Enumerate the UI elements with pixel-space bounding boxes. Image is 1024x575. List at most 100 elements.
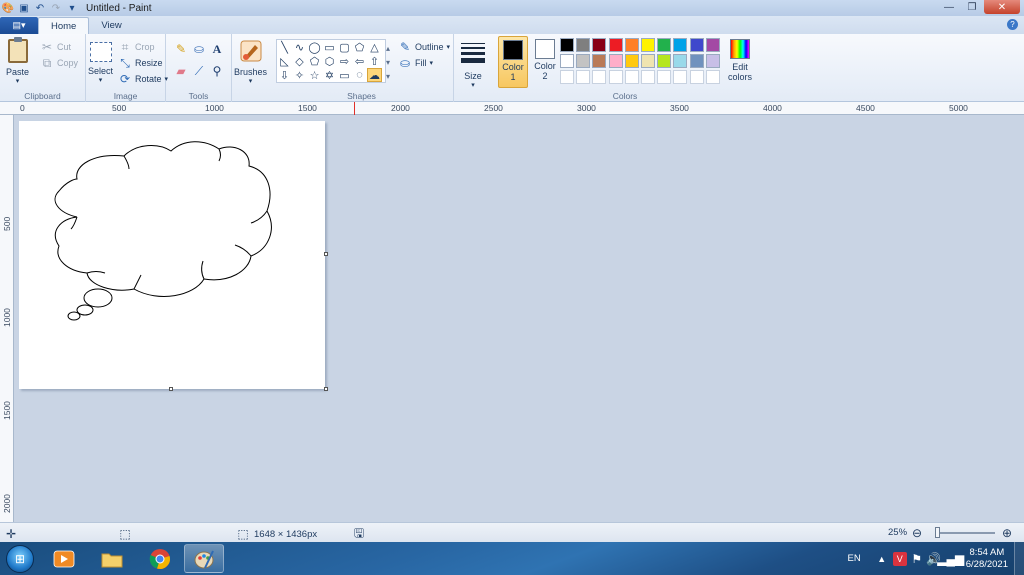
hexagon-shape-icon[interactable]: ⬡: [322, 54, 337, 68]
right-triangle-shape-icon[interactable]: ◺: [277, 54, 292, 68]
palette-color-swatch[interactable]: [592, 38, 607, 52]
palette-color-swatch[interactable]: [705, 54, 720, 68]
clock[interactable]: 8:54 AM 6/28/2021: [966, 547, 1008, 571]
palette-color-swatch[interactable]: [640, 38, 655, 52]
zoom-slider-track[interactable]: [940, 532, 995, 534]
brushes-button[interactable]: Brushes ▾: [234, 36, 267, 85]
redo-icon[interactable]: ↷: [50, 2, 62, 14]
four-point-star-shape-icon[interactable]: ✧: [292, 68, 307, 82]
eraser-icon[interactable]: ▰: [174, 64, 188, 78]
copy-button[interactable]: ⧉ Copy: [40, 56, 78, 70]
outline-button[interactable]: ✎ Outline ▾: [398, 40, 450, 54]
left-arrow-shape-icon[interactable]: ⇦: [352, 54, 367, 68]
cut-button[interactable]: ✂ Cut: [40, 40, 71, 54]
color2-button[interactable]: Color 2: [530, 36, 560, 88]
maximize-button[interactable]: ❐: [961, 0, 983, 14]
paint-menu-button[interactable]: ▤▾: [0, 17, 38, 34]
palette-color-swatch[interactable]: [560, 54, 574, 68]
save-icon[interactable]: ▣: [18, 2, 30, 14]
palette-color-swatch[interactable]: [657, 38, 672, 52]
palette-color-swatch[interactable]: [608, 54, 623, 68]
oval-shape-icon[interactable]: ◯: [307, 40, 322, 54]
palette-color-swatch[interactable]: [592, 54, 607, 68]
zoom-slider-thumb[interactable]: [935, 527, 940, 538]
five-point-star-shape-icon[interactable]: ☆: [307, 68, 322, 82]
chrome-taskbar-button[interactable]: [140, 544, 180, 573]
minimize-button[interactable]: —: [938, 0, 960, 14]
six-point-star-shape-icon[interactable]: ✡: [322, 68, 337, 82]
palette-color-swatch[interactable]: [657, 54, 672, 68]
paint-taskbar-button[interactable]: [184, 544, 224, 573]
palette-color-swatch[interactable]: [640, 54, 655, 68]
action-center-icon[interactable]: ⚑: [910, 552, 924, 566]
curve-shape-icon[interactable]: ∿: [292, 40, 307, 54]
diamond-shape-icon[interactable]: ◇: [292, 54, 307, 68]
palette-color-swatch[interactable]: [608, 38, 623, 52]
palette-color-swatch[interactable]: [576, 70, 591, 84]
select-button[interactable]: Select ▾: [88, 36, 113, 84]
size-button[interactable]: Size ▾: [461, 36, 485, 89]
fill-button[interactable]: ⛀ Fill ▾: [398, 56, 433, 70]
palette-color-swatch[interactable]: [560, 38, 574, 52]
show-desktop-button[interactable]: [1014, 542, 1024, 575]
help-icon[interactable]: ?: [1007, 19, 1018, 30]
up-arrow-shape-icon[interactable]: ⇧: [367, 54, 382, 68]
shapes-scroll[interactable]: ▴ ▾ ▾: [386, 42, 390, 84]
zoom-in-icon[interactable]: ⊕: [1000, 526, 1014, 540]
palette-color-swatch[interactable]: [689, 38, 704, 52]
rectangle-shape-icon[interactable]: ▭: [322, 40, 337, 54]
rounded-callout-shape-icon[interactable]: ▭: [337, 68, 352, 82]
resize-button[interactable]: ⤡ Resize: [118, 56, 162, 70]
palette-color-swatch[interactable]: [673, 70, 688, 84]
palette-color-swatch[interactable]: [689, 54, 704, 68]
edit-colors-button[interactable]: Edit colors: [726, 37, 754, 82]
undo-icon[interactable]: ↶: [34, 2, 46, 14]
palette-color-swatch[interactable]: [624, 38, 639, 52]
palette-color-swatch[interactable]: [576, 38, 591, 52]
language-indicator[interactable]: EN: [848, 553, 861, 564]
paste-button[interactable]: Paste ▾: [6, 36, 29, 85]
color1-button[interactable]: Color 1: [498, 36, 528, 88]
rotate-button[interactable]: ⟳ Rotate ▾: [118, 72, 168, 86]
canvas-resize-handle-right[interactable]: [324, 252, 328, 256]
canvas-resize-handle-corner[interactable]: [324, 387, 328, 391]
palette-color-swatch[interactable]: [657, 70, 672, 84]
palette-color-swatch[interactable]: [592, 70, 607, 84]
start-button[interactable]: ⊞: [6, 545, 34, 573]
triangle-shape-icon[interactable]: △: [367, 40, 382, 54]
palette-color-swatch[interactable]: [705, 70, 720, 84]
zoom-out-icon[interactable]: ⊖: [910, 526, 924, 540]
palette-color-swatch[interactable]: [640, 70, 655, 84]
palette-color-swatch[interactable]: [689, 70, 704, 84]
cloud-callout-shape-icon[interactable]: ☁: [367, 68, 382, 82]
explorer-taskbar-button[interactable]: [92, 544, 132, 573]
palette-color-swatch[interactable]: [673, 38, 688, 52]
close-button[interactable]: ✕: [984, 0, 1020, 14]
media-player-taskbar-button[interactable]: [44, 544, 84, 573]
palette-color-swatch[interactable]: [624, 70, 639, 84]
palette-color-swatch[interactable]: [576, 54, 591, 68]
canvas-resize-handle-bottom[interactable]: [169, 387, 173, 391]
tab-home[interactable]: Home: [38, 17, 90, 34]
oval-callout-shape-icon[interactable]: ◌: [352, 68, 367, 82]
palette-color-swatch[interactable]: [705, 38, 720, 52]
antivirus-icon[interactable]: V: [892, 551, 907, 566]
right-arrow-shape-icon[interactable]: ⇨: [337, 54, 352, 68]
rounded-rectangle-shape-icon[interactable]: ▢: [337, 40, 352, 54]
line-shape-icon[interactable]: ╲: [277, 40, 292, 54]
customize-toolbar-icon[interactable]: ▾: [66, 2, 78, 14]
crop-button[interactable]: ⌗ Crop: [118, 40, 155, 54]
pencil-icon[interactable]: ✎: [174, 42, 188, 56]
network-signal-icon[interactable]: ▂▄▆: [937, 552, 964, 566]
drawing-canvas[interactable]: [19, 121, 325, 389]
palette-color-swatch[interactable]: [673, 54, 688, 68]
fill-bucket-icon[interactable]: ⛀: [192, 42, 206, 56]
tab-view[interactable]: View: [89, 17, 133, 34]
palette-color-swatch[interactable]: [560, 70, 574, 84]
magnifier-icon[interactable]: ⚲: [210, 64, 224, 78]
pentagon-shape-icon[interactable]: ⬠: [307, 54, 322, 68]
down-arrow-shape-icon[interactable]: ⇩: [277, 68, 292, 82]
palette-color-swatch[interactable]: [624, 54, 639, 68]
color-picker-icon[interactable]: ⟋: [192, 64, 206, 78]
show-hidden-icons-icon[interactable]: ▲: [875, 552, 889, 566]
